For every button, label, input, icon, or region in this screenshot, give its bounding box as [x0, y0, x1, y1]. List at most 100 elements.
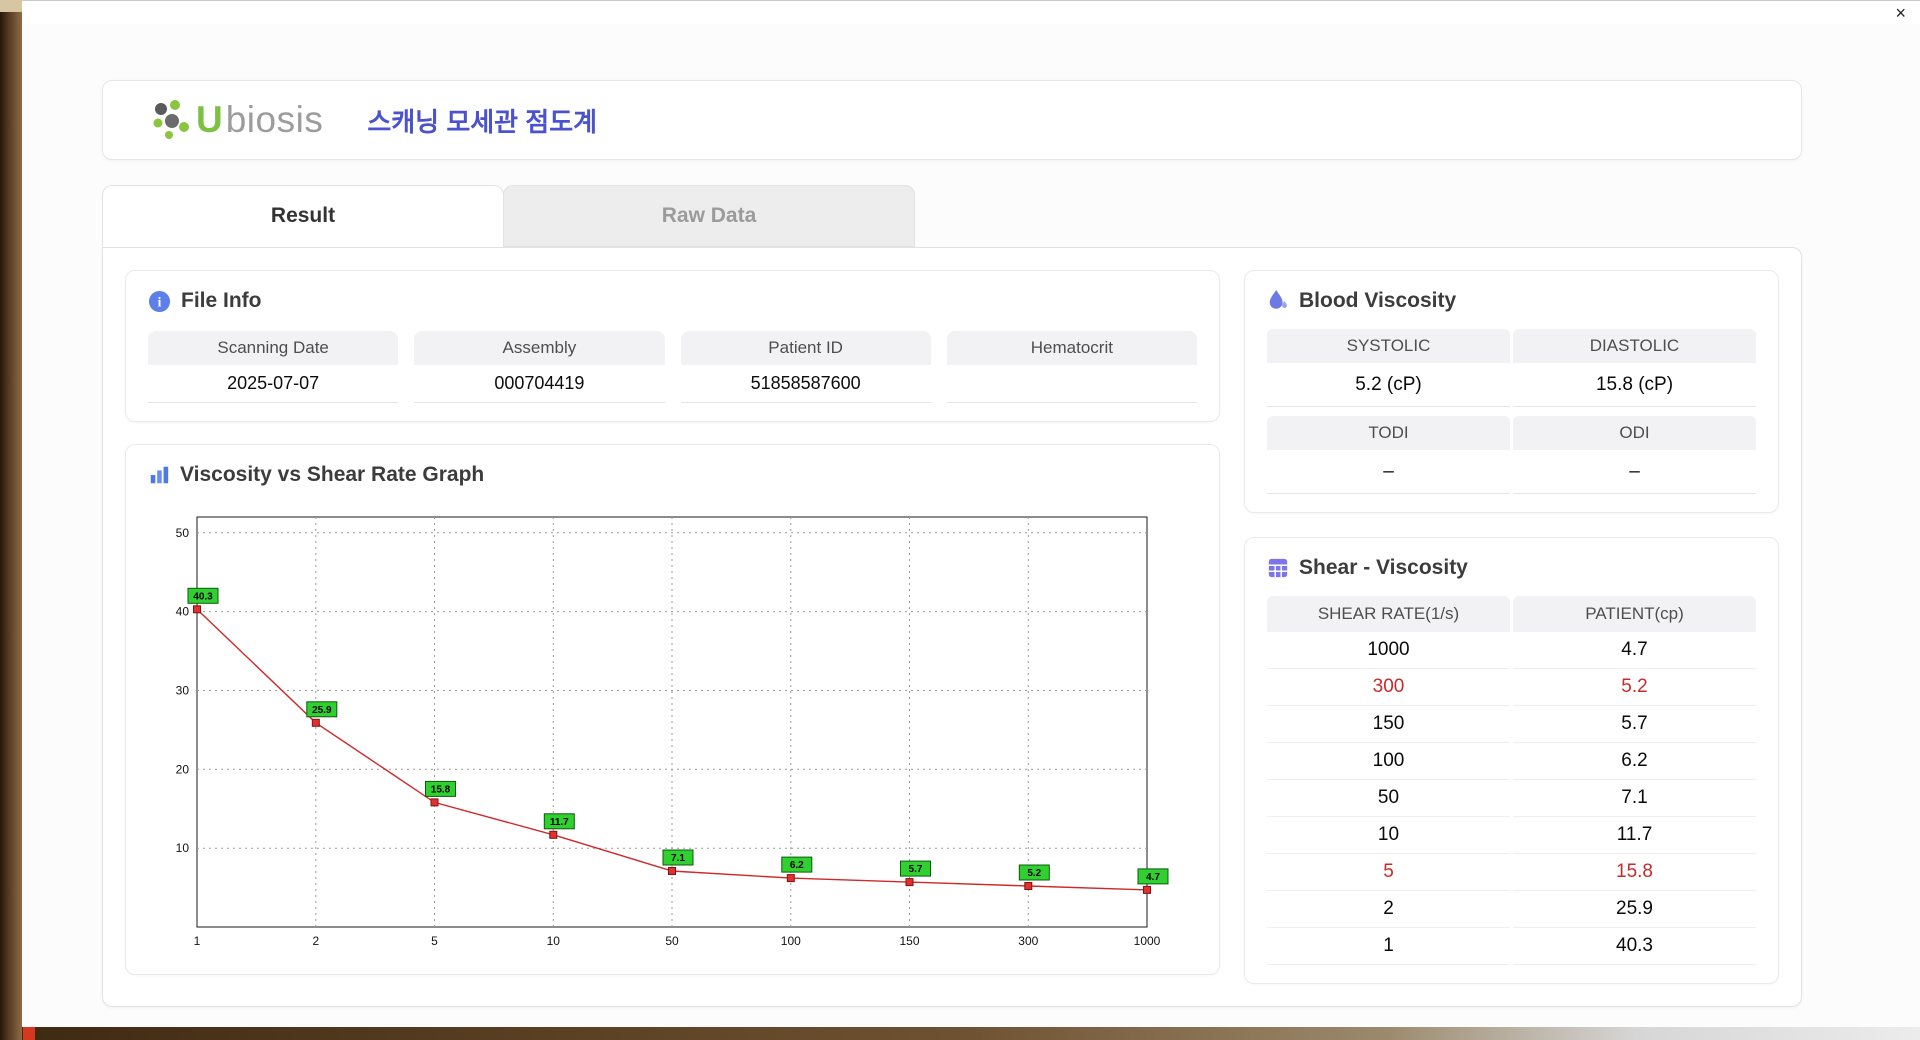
- bv-label-row: TODI ODI: [1267, 416, 1756, 450]
- svg-text:100: 100: [781, 934, 801, 948]
- shear-rate-cell: 2: [1267, 891, 1510, 928]
- svg-text:6.2: 6.2: [790, 860, 804, 871]
- bv-value-row: 5.2 (cP) 15.8 (cP): [1267, 363, 1756, 407]
- svg-text:7.1: 7.1: [671, 853, 685, 864]
- patient-cell: 5.2: [1513, 669, 1756, 706]
- patient-cell: 11.7: [1513, 817, 1756, 854]
- blood-viscosity-header: Blood Viscosity: [1267, 289, 1756, 313]
- file-info-field-assembly: Assembly 000704419: [414, 331, 665, 403]
- svg-text:2: 2: [312, 934, 319, 948]
- svg-text:40.3: 40.3: [193, 591, 213, 602]
- bv-label-diastolic: DIASTOLIC: [1513, 329, 1756, 363]
- graph-header: Viscosity vs Shear Rate Graph: [148, 463, 1197, 487]
- result-panel: i File Info Scanning Date 2025-07-07 Assem…: [102, 247, 1802, 1007]
- viscosity-chart-svg: 10 20 30 40 50 1 2 5 10 50 100 150 300 1000 40.3 25.9 15…: [176, 516, 1169, 948]
- logo-text-u: U: [196, 99, 223, 140]
- file-info-field-scanning-date: Scanning Date 2025-07-07: [148, 331, 399, 403]
- file-info-header: i File Info: [148, 289, 1197, 313]
- app-header: Ubiosis 스캐닝 모세관 점도계: [102, 80, 1802, 160]
- table-row: 5 15.8: [1267, 854, 1756, 891]
- svg-text:1: 1: [194, 934, 201, 948]
- tab-bar: Result Raw Data: [102, 185, 1802, 247]
- table-row: 10 11.7: [1267, 817, 1756, 854]
- graph-card: Viscosity vs Shear Rate Graph 10 20 30 40 50…: [125, 444, 1220, 975]
- shear-viscosity-title: Shear - Viscosity: [1299, 556, 1468, 579]
- page-title: 스캐닝 모세관 점도계: [367, 106, 598, 137]
- svg-text:i: i: [158, 294, 162, 309]
- bv-label-odi: ODI: [1513, 416, 1756, 450]
- droplet-icon: [1269, 290, 1287, 309]
- column-header-patient-cp: PATIENT(cp): [1513, 596, 1756, 632]
- bv-value-diastolic: 15.8 (cP): [1513, 363, 1756, 407]
- table-row: 1 40.3: [1267, 928, 1756, 965]
- table-row: 300 5.2: [1267, 669, 1756, 706]
- shear-rate-cell: 300: [1267, 669, 1510, 706]
- patient-cell: 5.7: [1513, 706, 1756, 743]
- shear-rate-cell: 100: [1267, 743, 1510, 780]
- svg-text:300: 300: [1018, 934, 1038, 948]
- bv-value-systolic: 5.2 (cP): [1267, 363, 1510, 407]
- graph-title: Viscosity vs Shear Rate Graph: [180, 463, 485, 486]
- tab-raw-data[interactable]: Raw Data: [503, 185, 915, 247]
- bv-value-odi: –: [1513, 450, 1756, 494]
- svg-text:5: 5: [431, 934, 438, 948]
- logo-dots-icon: [153, 100, 189, 139]
- desktop-edge-bottom: [22, 1027, 1920, 1040]
- svg-text:25.9: 25.9: [312, 705, 332, 716]
- field-label: Assembly: [414, 331, 665, 365]
- logo-text-biosis: biosis: [225, 99, 324, 140]
- shear-viscosity-header: Shear - Viscosity: [1267, 556, 1756, 580]
- app-window: Ubiosis 스캐닝 모세관 점도계 Result Raw Data i Fi…: [22, 24, 1920, 1027]
- tab-result[interactable]: Result: [102, 185, 504, 247]
- svg-text:20: 20: [176, 762, 190, 776]
- svg-text:50: 50: [665, 934, 679, 948]
- field-value: 2025-07-07: [148, 365, 399, 403]
- viscosity-chart: 10 20 30 40 50 1 2 5 10 50 100 150 300 1000 40.3 25.9 15…: [148, 499, 1197, 956]
- ubiosis-logo: Ubiosis: [149, 97, 323, 143]
- field-value: [946, 365, 1197, 403]
- blood-viscosity-grid: SYSTOLIC DIASTOLIC 5.2 (cP) 15.8 (cP) TODI OD…: [1267, 329, 1756, 494]
- field-label: Hematocrit: [946, 331, 1197, 365]
- info-icon: i: [148, 290, 171, 312]
- table-row: 150 5.7: [1267, 706, 1756, 743]
- field-label: Scanning Date: [148, 331, 399, 365]
- shear-rate-cell: 150: [1267, 706, 1510, 743]
- close-icon[interactable]: ×: [1895, 4, 1906, 22]
- bv-label-row: SYSTOLIC DIASTOLIC: [1267, 329, 1756, 363]
- svg-text:40: 40: [176, 605, 190, 619]
- shear-rate-cell: 10: [1267, 817, 1510, 854]
- blood-viscosity-card: Blood Viscosity SYSTOLIC DIASTOLIC 5.2 (cP…: [1244, 270, 1779, 513]
- field-value: 000704419: [414, 365, 665, 403]
- bv-label-systolic: SYSTOLIC: [1267, 329, 1510, 363]
- file-info-field-patient-id: Patient ID 51858587600: [680, 331, 931, 403]
- bv-label-todi: TODI: [1267, 416, 1510, 450]
- shear-viscosity-table: SHEAR RATE(1/s) PATIENT(cp) 1000 4.7 300 5.2 1…: [1267, 596, 1756, 965]
- svg-text:30: 30: [176, 684, 190, 698]
- svg-text:50: 50: [176, 526, 190, 540]
- field-label: Patient ID: [680, 331, 931, 365]
- table-row: 2 25.9: [1267, 891, 1756, 928]
- desktop-edge-left: [0, 12, 22, 1040]
- table-icon: [1268, 558, 1288, 578]
- svg-text:5.2: 5.2: [1027, 868, 1041, 879]
- field-value: 51858587600: [680, 365, 931, 403]
- left-column: i File Info Scanning Date 2025-07-07 Assem…: [125, 270, 1220, 984]
- patient-cell: 6.2: [1513, 743, 1756, 780]
- table-header-row: SHEAR RATE(1/s) PATIENT(cp): [1267, 596, 1756, 632]
- svg-text:1000: 1000: [1134, 934, 1161, 948]
- table-row: 50 7.1: [1267, 780, 1756, 817]
- bv-value-row: – –: [1267, 450, 1756, 494]
- svg-text:4.7: 4.7: [1146, 872, 1160, 883]
- bv-value-todi: –: [1267, 450, 1510, 494]
- shear-viscosity-card: Shear - Viscosity SHEAR RATE(1/s) PATIENT…: [1244, 537, 1779, 984]
- patient-cell: 40.3: [1513, 928, 1756, 965]
- shear-rate-cell: 1: [1267, 928, 1510, 965]
- right-column: Blood Viscosity SYSTOLIC DIASTOLIC 5.2 (cP…: [1244, 270, 1779, 984]
- shear-rate-cell: 5: [1267, 854, 1510, 891]
- titlebar: ×: [0, 0, 1920, 24]
- table-row: 1000 4.7: [1267, 632, 1756, 669]
- bar-chart-icon: [150, 466, 169, 484]
- file-info-field-hematocrit: Hematocrit: [946, 331, 1197, 403]
- column-header-shear-rate-1-s: SHEAR RATE(1/s): [1267, 596, 1510, 632]
- file-info-fields: Scanning Date 2025-07-07 Assembly 000704419…: [148, 331, 1197, 403]
